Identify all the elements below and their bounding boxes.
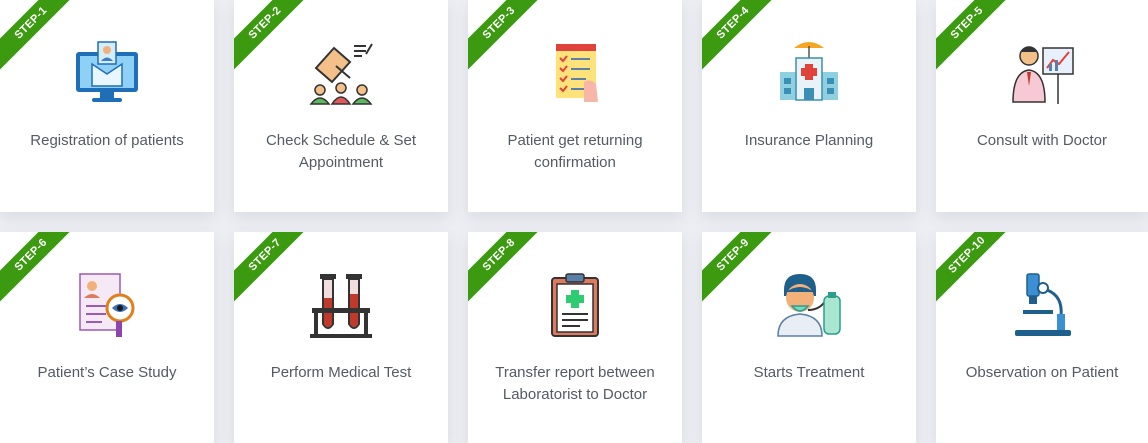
step-title: Perform Medical Test	[270, 364, 412, 381]
step-title: Insurance Planning	[744, 132, 874, 149]
hospital-umbrella-icon	[780, 42, 838, 101]
step-card-6[interactable]: STEP-6 Patient’s Case Study	[0, 232, 214, 443]
step-title: Check Schedule & Set Appointment	[265, 132, 417, 171]
step-title: Consult with Doctor	[976, 132, 1108, 149]
step-card-8[interactable]: STEP-8 Transfer report between Laborator…	[468, 232, 682, 443]
patient-oxygen-mask-icon	[777, 274, 841, 337]
step-title: Registration of patients	[30, 132, 184, 149]
step-card-4[interactable]: STEP-4 Insurance Planning	[702, 0, 916, 212]
step-title: Patient get returning confirmation	[507, 132, 643, 171]
monitor-patient-icon	[76, 41, 138, 102]
step-title: Observation on Patient	[965, 364, 1119, 381]
step-card-2[interactable]: STEP-2 Check Schedule & Set Appointment	[234, 0, 448, 212]
case-study-magnifier-icon	[79, 273, 135, 337]
step-card-7[interactable]: STEP-7 Perform Medical Test	[234, 232, 448, 443]
doctor-presentation-icon	[1012, 46, 1074, 104]
checklist-confirmation-icon	[556, 44, 598, 102]
step-card-9[interactable]: STEP-9 Starts Treatment	[702, 232, 916, 443]
step-card-3[interactable]: STEP-3 Patient get returning confirmatio…	[468, 0, 682, 212]
test-tubes-icon	[310, 274, 372, 338]
step-title: Patient’s Case Study	[37, 364, 177, 381]
step-title: Starts Treatment	[753, 364, 865, 381]
microscope-icon	[1015, 273, 1071, 336]
medical-report-clipboard-icon	[551, 273, 599, 337]
step-title: Transfer report between Laboratorist to …	[495, 364, 655, 403]
step-card-10[interactable]: STEP-10 Observation on Patient	[936, 232, 1148, 443]
schedule-appointment-icon	[309, 43, 373, 105]
step-card-5[interactable]: STEP-5 Consult with Doctor	[936, 0, 1148, 212]
step-card-1[interactable]: STEP-1 Registration of patients	[0, 0, 214, 212]
